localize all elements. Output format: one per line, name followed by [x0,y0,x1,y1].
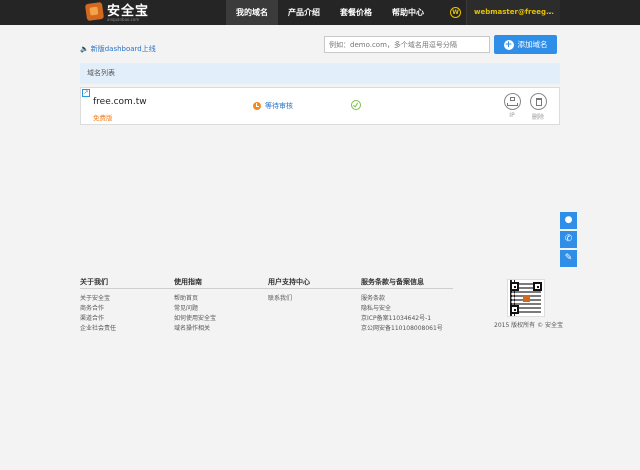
phone-icon[interactable]: ✆ [560,231,577,248]
nav-product-intro[interactable]: 产品介绍 [278,0,330,25]
footer-link[interactable]: 联系我们 [268,294,310,304]
footer-column-guide: 使用指南 帮助首页 常见问题 如何使用安全宝 域名操作相关 [174,277,216,334]
nav-my-domains[interactable]: 我的域名 [226,0,278,25]
user-email[interactable]: webmaster@freeg... [474,0,554,25]
footer-link[interactable]: 渠道合作 [80,314,116,324]
chevron-down-icon[interactable]: ⌄ [547,0,553,25]
footer-link[interactable]: 如何使用安全宝 [174,314,216,324]
delete-label: 删除 [531,114,544,121]
plan-badge: 免费版 [93,114,113,122]
row-toggle-icon[interactable]: ↗ [82,89,90,97]
domain-row[interactable]: ↗ free.com.tw 免费版 等待审核 IP 删除 [80,87,560,125]
footer-link[interactable]: 企业社会责任 [80,324,116,334]
footer-link[interactable]: 京公网安备110108008061号 [361,324,443,334]
network-icon [503,93,521,110]
footer-link[interactable]: 关于安全宝 [80,294,116,304]
trash-icon [529,93,547,110]
status-text: 等待审核 [265,102,293,110]
add-domain-label: 添加域名 [517,40,548,49]
footer-link[interactable]: 隐私与安全 [361,304,443,314]
nav-pricing[interactable]: 套餐价格 [330,0,382,25]
footer-column-support: 用户支持中心 联系我们 [268,277,310,304]
delete-button[interactable]: 删除 [529,93,547,121]
ip-button[interactable]: IP [503,93,521,119]
add-domain-button[interactable]: + 添加域名 [494,35,557,54]
footer-link[interactable]: 常见问题 [174,304,216,314]
dashboard-notice-link[interactable]: 🔈 新版dashboard上线 [80,44,156,54]
user-avatar-icon[interactable]: W [450,7,461,18]
side-float-toolbar: ● ✆ ✎ [560,212,577,269]
edit-icon[interactable]: ✎ [560,250,577,267]
domain-status: 等待审核 [253,101,293,111]
plus-icon: + [503,39,514,50]
footer-link[interactable]: 域名操作相关 [174,324,216,334]
footer-column-title: 用户支持中心 [268,278,310,286]
footer-column-title: 使用指南 [174,278,202,286]
ip-label: IP [509,112,515,119]
brand-sub: anquanbao.com [107,17,140,22]
nav-divider [466,0,467,25]
footer-column-about: 关于我们 关于安全宝 商务合作 渠道合作 企业社会责任 [80,277,116,334]
footer-link[interactable]: 帮助首页 [174,294,216,304]
domain-name[interactable]: free.com.tw [93,97,147,107]
footer-link[interactable]: 商务合作 [80,304,116,314]
footer-link[interactable]: 京ICP备案11034642号-1 [361,314,443,324]
footer-column-title: 服务条款与备案信息 [361,278,424,286]
nav-help-center[interactable]: 帮助中心 [382,0,434,25]
speaker-icon: 🔈 [80,45,89,53]
domain-search-input[interactable] [324,36,490,53]
qr-code [507,279,545,317]
main-nav: 我的域名 产品介绍 套餐价格 帮助中心 [226,0,434,25]
footer-link[interactable]: 服务条款 [361,294,443,304]
notice-text: 新版dashboard上线 [90,45,156,53]
clock-icon [253,102,261,110]
footer-column-terms: 服务条款与备案信息 服务条款 隐私与安全 京ICP备案11034642号-1 京… [361,277,443,334]
copyright: 2015 版权所有 © 安全宝 [494,322,563,329]
qq-icon[interactable]: ● [560,212,577,229]
domain-list-header: 域名列表 [80,63,560,84]
refresh-check-icon[interactable] [351,100,361,110]
footer-column-title: 关于我们 [80,278,108,286]
top-navigation-bar: 安全宝 anquanbao.com 我的域名 产品介绍 套餐价格 帮助中心 W … [0,0,640,25]
logo-icon [84,1,105,22]
brand-logo[interactable]: 安全宝 anquanbao.com [84,1,149,22]
